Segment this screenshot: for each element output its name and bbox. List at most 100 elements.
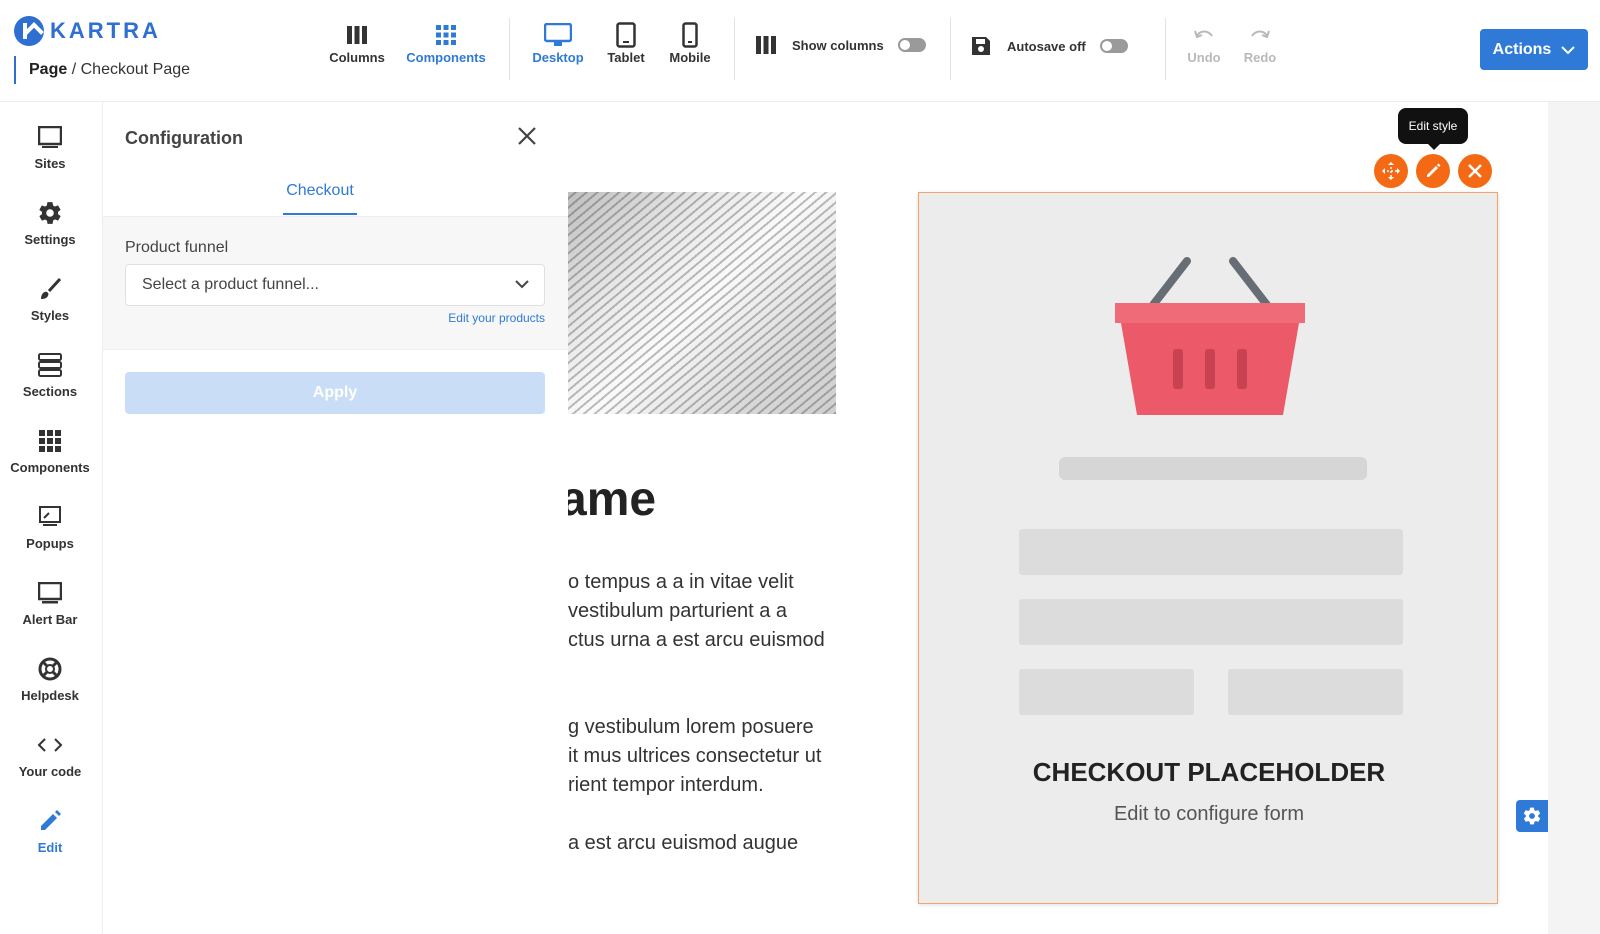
page-canvas: ame o tempus a a in vitae velit vestibul… [568,102,1548,934]
gear-icon [1523,807,1541,825]
sidebar-item-label: Alert Bar [22,612,78,627]
section-settings-button[interactable] [1516,800,1548,832]
book-image[interactable] [568,192,836,414]
configuration-panel: Configuration Checkout Product funnel Se… [102,102,569,934]
redo-button[interactable]: Redo [1240,20,1280,65]
undo-icon [1194,30,1213,39]
placeholder-field [1019,529,1403,575]
toolbar-divider [509,18,510,80]
gear-icon [39,202,61,224]
move-element-button[interactable] [1374,154,1408,188]
placeholder-field [1019,669,1194,715]
show-columns-toggle[interactable]: Show columns [756,36,926,54]
sidebar-item-components[interactable]: Components [0,426,100,475]
lifebuoy-icon [38,657,62,681]
move-icon [1382,162,1400,180]
sidebar-item-popups[interactable]: Popups [0,502,100,551]
columns-label: Columns [329,50,385,65]
sidebar-item-label: Your code [18,764,82,779]
paragraph-line: rient tempor interdum. [568,774,764,796]
breadcrumb: Page / Checkout Page [14,56,190,84]
components-button[interactable]: Components [403,20,489,65]
autosave-switch[interactable] [1099,39,1128,53]
actions-label: Actions [1492,40,1552,58]
redo-label: Redo [1243,50,1277,65]
mobile-view-button[interactable]: Mobile [662,20,718,65]
grid-icon [436,25,456,45]
sidebar-item-label: Styles [30,308,70,323]
mobile-label: Mobile [669,50,711,65]
sidebar-item-alert-bar[interactable]: Alert Bar [0,578,100,627]
undo-button[interactable]: Undo [1184,20,1224,65]
alert-bar-icon [38,582,62,604]
sidebar-item-your-code[interactable]: Your code [0,730,100,779]
sites-icon [38,126,62,148]
canvas-heading[interactable]: ame [568,472,656,527]
edit-style-button[interactable] [1416,154,1450,188]
sidebar-item-label: Components [10,460,90,475]
paragraph-line: ctus urna a est arcu euismod [568,629,825,651]
toolbar-divider [950,18,951,80]
edit-style-tooltip: Edit style [1398,108,1468,150]
mobile-icon [682,22,698,48]
tab-checkout[interactable]: Checkout [283,182,357,215]
brand-name: KARTRA [50,18,161,43]
show-columns-switch[interactable] [897,38,926,52]
brush-icon [41,277,62,299]
sidebar-item-label: Sections [22,384,78,399]
redo-icon [1251,30,1270,39]
actions-button[interactable]: Actions [1480,29,1588,70]
paragraph-line: vestibulum parturient a a [568,600,788,622]
shopping-basket-icon [1115,257,1305,415]
kartra-logo[interactable]: KARTRA [14,16,161,46]
desktop-icon [544,23,572,46]
paragraph-line: g vestibulum lorem posuere [568,716,814,738]
sidebar-item-label: Edit [37,840,63,855]
autosave-toggle[interactable]: Autosave off [971,36,1128,56]
sidebar-item-settings[interactable]: Settings [0,198,100,247]
product-funnel-placeholder: Select a product funnel... [142,276,319,293]
panel-title: Configuration [125,128,243,148]
checkout-placeholder-title: CHECKOUT PLACEHOLDER [1032,757,1386,787]
show-columns-label: Show columns [792,37,884,53]
top-toolbar: KARTRA Page / Checkout Page Columns Comp… [0,0,1600,102]
sections-icon [38,353,62,377]
edit-products-link[interactable]: Edit your products [448,311,545,325]
close-icon[interactable] [515,124,539,148]
sidebar-item-helpdesk[interactable]: Helpdesk [0,654,100,703]
desktop-label: Desktop [532,50,584,65]
left-sidebar: Sites Settings Styles Sections Component… [0,102,100,934]
close-icon [1468,164,1482,178]
sidebar-item-sections[interactable]: Sections [0,350,100,399]
checkout-placeholder-subtitle: Edit to configure form [1113,803,1305,825]
pencil-icon [1427,163,1441,177]
product-funnel-label: Product funnel [125,239,229,256]
sidebar-item-styles[interactable]: Styles [0,274,100,323]
sidebar-item-edit[interactable]: Edit [0,806,100,855]
breadcrumb-section[interactable]: Page [29,61,67,78]
autosave-label: Autosave off [1007,38,1086,54]
chevron-down-icon [1561,45,1576,54]
desktop-view-button[interactable]: Desktop [528,20,588,65]
delete-element-button[interactable] [1458,154,1492,188]
placeholder-field [1019,599,1403,645]
columns-button[interactable]: Columns [327,20,387,65]
columns-outline-icon [756,36,776,54]
placeholder-bar [1059,457,1367,480]
code-icon [37,738,63,752]
tablet-view-button[interactable]: Tablet [598,20,654,65]
tablet-icon [616,22,636,48]
sidebar-item-label: Sites [34,156,66,171]
paragraph-line: o tempus a a in vitae velit [568,571,794,593]
product-funnel-select[interactable]: Select a product funnel... [125,264,545,306]
apply-button[interactable]: Apply [125,372,545,414]
sidebar-item-label: Popups [26,536,74,551]
checkout-placeholder[interactable]: CHECKOUT PLACEHOLDER Edit to configure f… [918,192,1498,904]
canvas-gutter [1548,102,1600,934]
sidebar-item-sites[interactable]: Sites [0,122,100,171]
grid-icon [39,430,61,452]
sidebar-item-label: Helpdesk [21,688,79,703]
undo-label: Undo [1187,50,1221,65]
paragraph-line: a est arcu euismod augue [568,832,799,854]
toolbar-divider [734,18,735,80]
